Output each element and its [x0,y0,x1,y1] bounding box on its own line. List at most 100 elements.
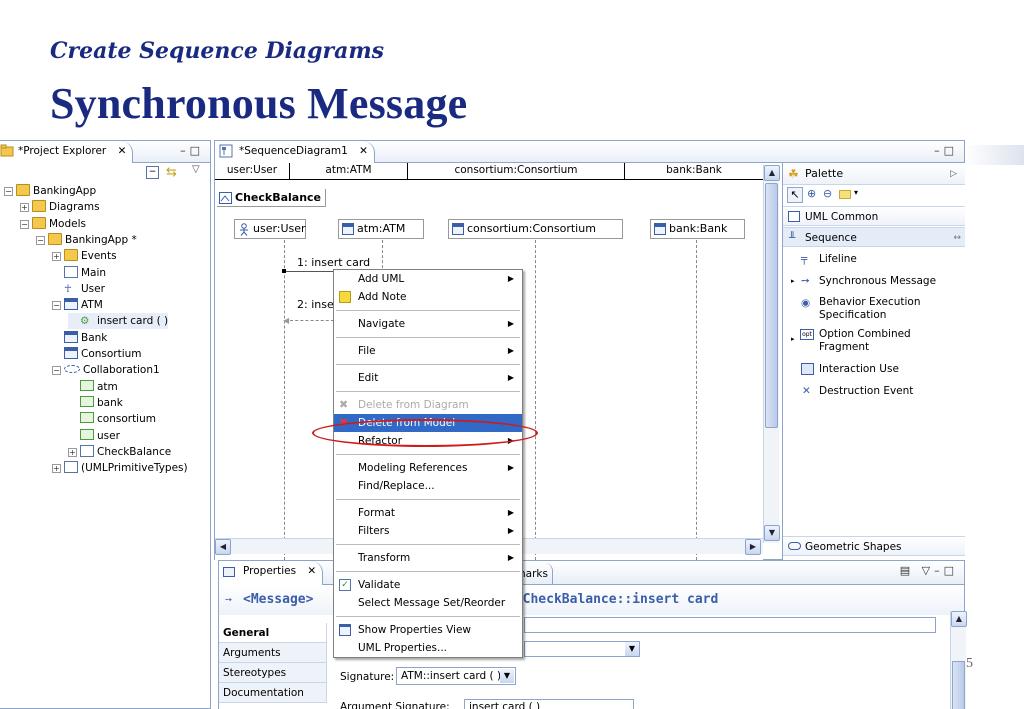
lifeline-bank[interactable]: bank:Bank [650,219,745,239]
chevron-down-icon[interactable]: ▼ [500,669,514,683]
message-label-1[interactable]: 1: insert card [297,256,370,269]
view-window-buttons[interactable]: –□ [180,144,204,157]
note-tool-icon[interactable] [839,190,851,199]
message-label-2[interactable]: 2: inse [297,298,334,311]
expand-icon[interactable]: + [68,447,77,457]
tree-item-bank[interactable]: Bank [52,330,107,346]
palette-item-synchronous-message[interactable]: ▸ ➙ Synchronous Message [783,272,965,290]
element-path: ::CheckBalance::insert card [507,592,719,607]
expand-icon[interactable]: + [52,464,61,474]
close-icon[interactable]: ✕ [118,145,127,157]
menu-item-format[interactable]: Format ▶ [334,504,522,522]
collapse-icon[interactable]: − [20,219,29,229]
tree-item-bank[interactable]: bank [68,395,123,411]
section-arguments[interactable]: Arguments [219,643,326,663]
scroll-right-button[interactable]: ▶ [745,539,761,555]
diagram-vertical-scrollbar[interactable]: ▲ ▼ [763,165,780,543]
tree-item-user[interactable]: ☥ User [52,281,105,297]
collapse-icon[interactable]: − [36,235,45,245]
tab-properties[interactable]: Properties ✕ [219,561,324,585]
palette-item-interaction-use[interactable]: Interaction Use [783,360,965,378]
menu-separator [334,333,522,342]
scroll-up-button[interactable]: ▲ [764,165,780,181]
menu-item-filters[interactable]: Filters ▶ [334,522,522,540]
expand-icon[interactable]: + [52,252,61,262]
menu-item-add-note[interactable]: Add Note [334,288,522,306]
view-menu-icon[interactable]: ▽ [192,164,200,175]
scroll-up-button[interactable]: ▲ [951,611,967,627]
scroll-thumb[interactable] [952,661,965,709]
section-general[interactable]: General [219,623,326,643]
palette-drawer-geometric-shapes[interactable]: Geometric Shapes [783,536,965,556]
tree-item-consortium[interactable]: Consortium [52,346,142,362]
link-editor-icon[interactable]: ⇆ [166,165,177,180]
close-icon[interactable]: ✕ [307,565,316,577]
palette-panel: ☘ Palette ▷ ↖ ⊕ ⊖ ▾ UML Common ╨ Sequenc… [782,163,965,560]
palette-drawer-sequence[interactable]: ╨ Sequence ↔ [783,227,965,247]
tree-item-models[interactable]: − Models [20,216,86,232]
pin-icon[interactable]: ↔ [953,228,961,248]
palette-collapse-icon[interactable]: ▷ [950,163,957,185]
tree-item-collaboration1[interactable]: − Collaboration1 [52,362,160,378]
tree-item-consortium[interactable]: consortium [68,411,156,427]
menu-item-edit[interactable]: Edit ▶ [334,369,522,387]
tree-item-atm[interactable]: atm [68,379,118,395]
tree-item-insert-card[interactable]: ⚙ insert card ( ) [68,313,169,330]
zoom-in-icon[interactable]: ⊕ [807,187,816,200]
collapse-icon[interactable]: − [52,301,61,311]
close-icon[interactable]: ✕ [359,145,368,157]
palette-header[interactable]: ☘ Palette ▷ [783,163,965,185]
tree-item-atm[interactable]: − ATM [52,297,103,313]
scroll-down-button[interactable]: ▼ [764,525,780,541]
menu-item-modeling-references[interactable]: Modeling References ▶ [334,459,522,477]
tree-item-bankingapp[interactable]: − BankingApp [4,183,96,199]
menu-item-file[interactable]: File ▶ [334,342,522,360]
chevron-down-icon[interactable]: ▾ [854,188,858,197]
palette-item-option-fragment[interactable]: ▸ opt Option Combined Fragment [783,326,933,356]
tree-item-user[interactable]: user [68,428,120,444]
collapse-icon[interactable]: − [52,366,61,376]
menu-item-validate[interactable]: ✓ Validate [334,576,522,594]
tree-item-diagrams[interactable]: + Diagrams [20,199,100,215]
palette-item-lifeline[interactable]: ╤ Lifeline [783,250,965,268]
menu-item-navigate[interactable]: Navigate ▶ [334,315,522,333]
expand-icon[interactable]: + [20,203,29,213]
menu-item-uml-properties[interactable]: UML Properties... [334,639,522,657]
menu-item-add-uml[interactable]: Add UML ▶ [334,270,522,288]
lifeline-consortium[interactable]: consortium:Consortium [448,219,623,239]
menu-item-show-properties-view[interactable]: Show Properties View [334,621,522,639]
menu-item-select-message-set-reorder[interactable]: Select Message Set/Reorder [334,594,522,612]
signature-select[interactable]: ATM::insert card ( ) ▼ [396,667,516,685]
menu-item-find-replace[interactable]: Find/Replace... [334,477,522,495]
tree-item-main[interactable]: Main [52,265,106,281]
collapse-icon[interactable]: − [4,187,13,196]
select-tool-icon[interactable]: ↖ [787,187,803,203]
tree-item-bankingapp[interactable]: − BankingApp * [36,232,137,248]
type-select[interactable]: ▼ [524,641,640,657]
chevron-down-icon[interactable]: ▼ [625,642,639,656]
properties-window-buttons[interactable]: ▤ ▽–□ [900,564,958,577]
scroll-left-button[interactable]: ◀ [215,539,231,555]
frame-label[interactable]: CheckBalance [217,189,327,207]
lifeline-atm[interactable]: atm:ATM [338,219,424,239]
section-stereotypes[interactable]: Stereotypes [219,663,326,683]
palette-item-destruction-event[interactable]: ✕ Destruction Event [783,382,965,400]
palette-item-behavior-execution[interactable]: ◉ Behavior Execution Specification [783,294,933,324]
collapse-all-icon[interactable]: − [146,166,159,179]
argument-signature-field[interactable]: insert card ( ) [464,699,634,709]
tree-item-umlprimitivetypes[interactable]: + (UMLPrimitiveTypes) [52,460,188,476]
menu-item-delete-from-diagram[interactable]: ✖ Delete from Diagram [334,396,522,414]
tree-item-checkbalance[interactable]: + CheckBalance [68,444,171,460]
menu-item-transform[interactable]: Transform ▶ [334,549,522,567]
lifeline-user[interactable]: user:User [234,219,306,239]
scroll-thumb[interactable] [765,183,778,428]
zoom-out-icon[interactable]: ⊖ [823,187,832,200]
tab-sequence-diagram[interactable]: *SequenceDiagram1 ✕ [215,141,375,163]
editor-window-buttons[interactable]: –□ [934,144,958,157]
tree-item-events[interactable]: + Events [52,248,117,264]
tab-project-explorer[interactable]: *Project Explorer ✕ [0,141,134,163]
section-documentation[interactable]: Documentation [219,683,326,703]
name-field[interactable] [524,617,936,633]
properties-scrollbar[interactable]: ▲ [950,611,967,709]
palette-drawer-uml-common[interactable]: UML Common [783,206,965,226]
